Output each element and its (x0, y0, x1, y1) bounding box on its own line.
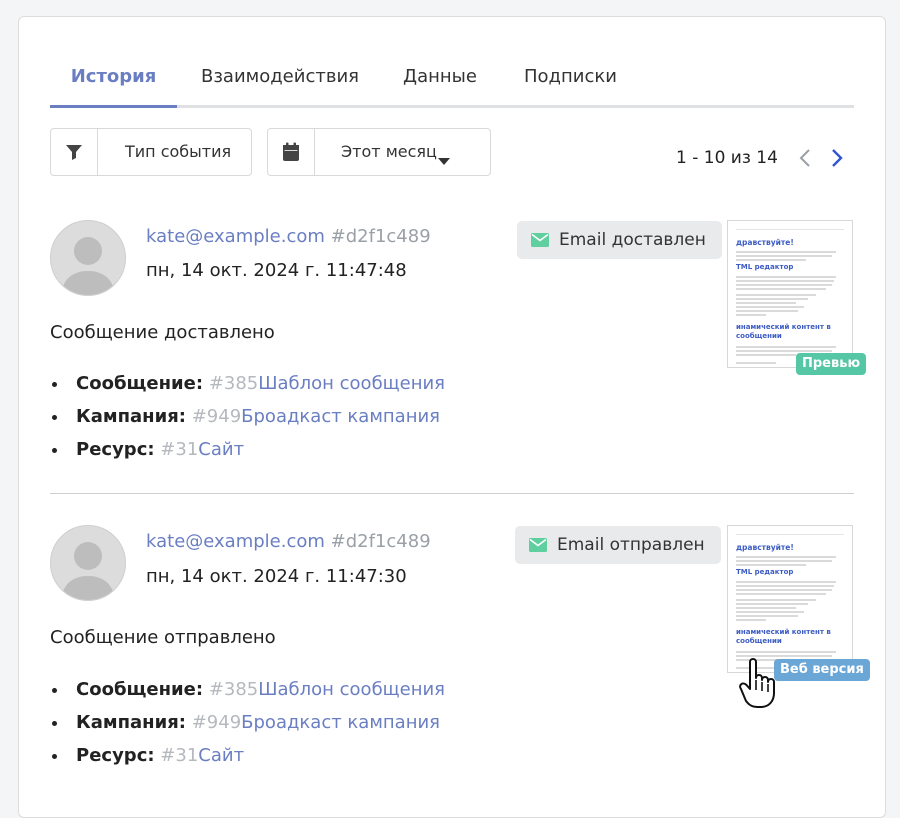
tab-history[interactable]: История (50, 55, 177, 108)
event-details: Сообщение: #385Шаблон сообщения Кампания… (50, 673, 445, 772)
calendar-icon (268, 129, 315, 175)
resource-link[interactable]: Сайт (198, 439, 244, 460)
period-filter[interactable]: Этот месяц (267, 128, 491, 176)
preview-tag[interactable]: Превью (796, 353, 867, 375)
envelope-icon (531, 233, 549, 247)
status-text: Email доставлен (559, 230, 706, 250)
web-version-tag[interactable]: Веб версия (774, 659, 870, 681)
detail-message: Сообщение: #385Шаблон сообщения (50, 367, 445, 400)
event-message: Сообщение отправлено (50, 627, 276, 648)
thumbnail-heading: TML редактор (736, 263, 794, 271)
detail-message: Сообщение: #385Шаблон сообщения (50, 673, 445, 706)
message-template-link[interactable]: Шаблон сообщения (258, 679, 445, 700)
status-text: Email отправлен (557, 535, 705, 555)
period-label: Этот месяц (341, 142, 437, 161)
thumbnail-heading: TML редактор (736, 568, 794, 576)
chevron-right-icon (832, 149, 843, 167)
pagination-text: 1 - 10 из 14 (676, 148, 778, 168)
caret-down-icon (438, 150, 450, 169)
message-thumbnail[interactable]: дравствуйте! TML редактор инамический ко… (727, 525, 853, 673)
message-thumbnail[interactable]: дравствуйте! TML редактор инамический ко… (727, 220, 853, 368)
detail-resource: Ресурс: #31Сайт (50, 739, 445, 772)
campaign-link[interactable]: Броадкаст кампания (241, 712, 440, 733)
status-badge: Email доставлен (517, 221, 722, 259)
contact-id: #d2f1c489 (330, 226, 431, 247)
status-badge: Email отправлен (515, 526, 721, 564)
avatar (50, 220, 126, 296)
filter-icon (51, 129, 98, 175)
event-type-filter[interactable]: Тип события (50, 128, 252, 176)
resource-link[interactable]: Сайт (198, 745, 244, 766)
event-details: Сообщение: #385Шаблон сообщения Кампания… (50, 367, 445, 466)
chevron-left-icon (799, 149, 810, 167)
hand-pointer-cursor-icon (738, 658, 778, 714)
thumbnail-greeting: дравствуйте! (736, 543, 794, 552)
detail-campaign: Кампания: #949Броадкаст кампания (50, 400, 445, 433)
next-page-button[interactable] (825, 144, 849, 172)
thumbnail-subheading: инамический контент в сообщении (736, 323, 831, 340)
avatar (50, 525, 126, 601)
thumbnail-greeting: дравствуйте! (736, 238, 794, 247)
message-template-link[interactable]: Шаблон сообщения (258, 373, 445, 394)
contact-email-link[interactable]: kate@example.com (146, 226, 325, 247)
prev-page-button[interactable] (793, 144, 817, 172)
contact-email[interactable]: kate@example.com #d2f1c489 (146, 225, 431, 249)
detail-resource: Ресурс: #31Сайт (50, 433, 445, 466)
tab-interactions[interactable]: Взаимодействия (201, 55, 359, 105)
event-datetime: пн, 14 окт. 2024 г. 11:47:48 (146, 260, 407, 281)
tab-bar: История Взаимодействия Данные Подписки (50, 55, 854, 108)
event-message: Сообщение доставлено (50, 322, 275, 343)
tab-data[interactable]: Данные (403, 55, 477, 105)
event-datetime: пн, 14 окт. 2024 г. 11:47:30 (146, 566, 407, 587)
campaign-link[interactable]: Броадкаст кампания (241, 406, 440, 427)
detail-campaign: Кампания: #949Броадкаст кампания (50, 706, 445, 739)
contact-email[interactable]: kate@example.com #d2f1c489 (146, 530, 431, 554)
divider (50, 493, 854, 494)
event-type-label: Тип события (125, 142, 232, 161)
envelope-icon (529, 538, 547, 552)
contact-email-link[interactable]: kate@example.com (146, 531, 325, 552)
tab-subscriptions[interactable]: Подписки (524, 55, 617, 105)
contact-id: #d2f1c489 (330, 531, 431, 552)
thumbnail-subheading: инамический контент в сообщении (736, 628, 831, 645)
